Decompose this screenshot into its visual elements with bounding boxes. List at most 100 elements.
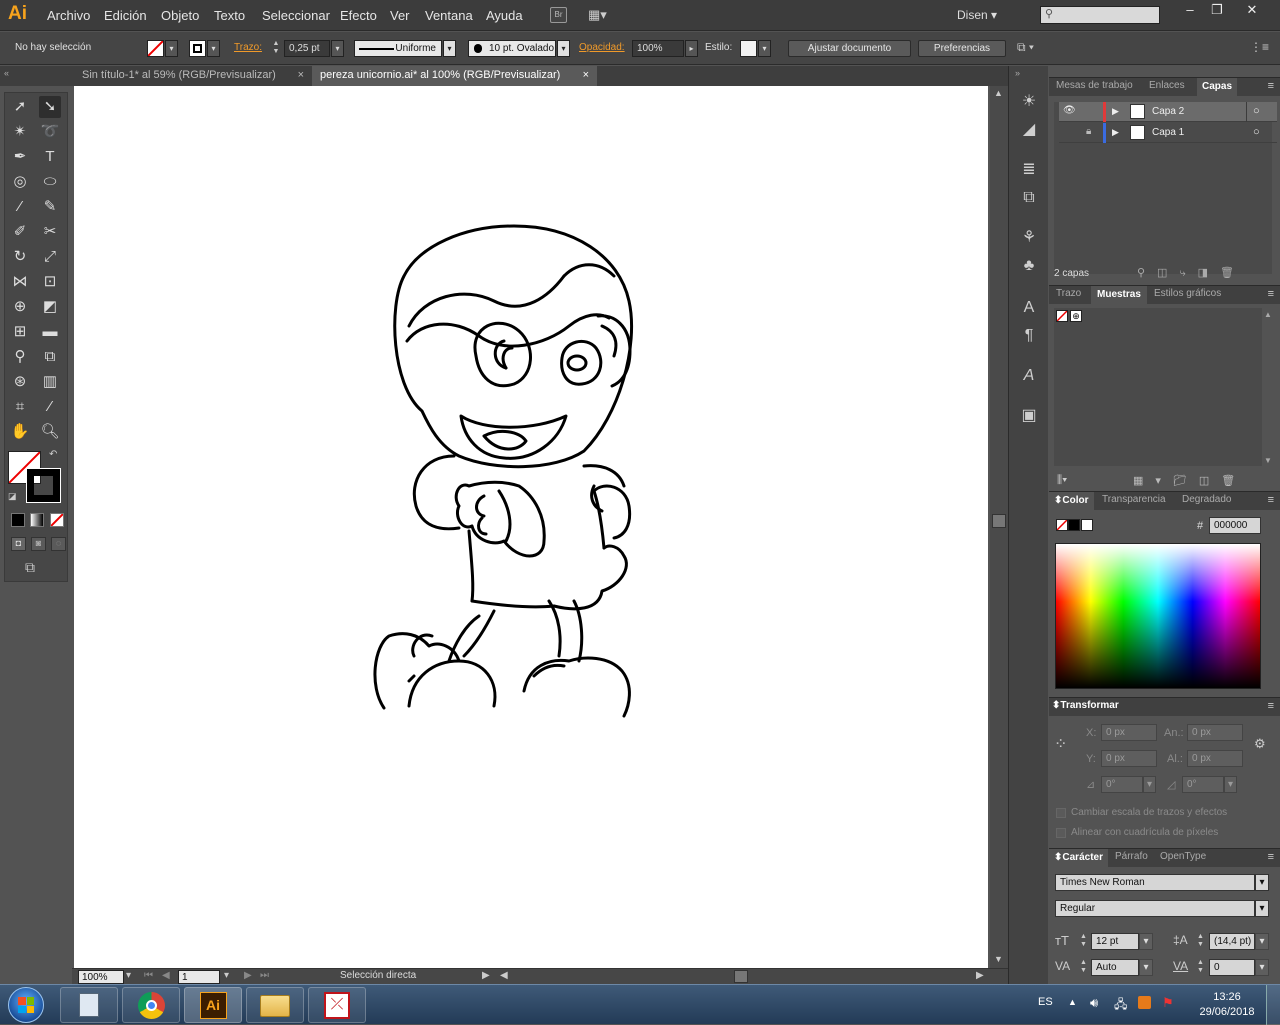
shear-angle-dropdown[interactable]: ▾ [1224, 776, 1237, 793]
layers-footer-buttons[interactable]: ⚲◫⤷◨🗑︎ [1137, 266, 1246, 280]
menu-edicion[interactable]: Edición [104, 8, 147, 23]
clock[interactable]: 13:26 29/06/2018 [1196, 990, 1258, 1020]
font-size-stepper[interactable]: ▲ ▼ [1080, 933, 1087, 949]
tab-paragraph[interactable]: Párrafo [1115, 851, 1148, 862]
graphic-styles-panel-icon[interactable]: ◢ [1019, 120, 1039, 140]
profile-dropdown[interactable]: ▾ [443, 40, 456, 57]
artboard-number-input[interactable]: 1 [178, 970, 220, 984]
fill-dropdown[interactable]: ▾ [165, 40, 178, 57]
scroll-left-icon[interactable]: ◀ [500, 970, 508, 981]
tab-graphic-styles[interactable]: Estilos gráficos [1154, 288, 1221, 299]
start-button[interactable] [8, 987, 44, 1023]
layer-row-capa-2[interactable]: 👁︎ ▶ Capa 2 ○ [1059, 102, 1277, 122]
tab-color[interactable]: ⬍Color [1049, 492, 1094, 510]
rotate-tool-icon[interactable]: ↻ [9, 246, 31, 268]
tab-close-icon[interactable]: × [583, 69, 589, 81]
layer-name[interactable]: Capa 1 [1152, 127, 1184, 138]
eyedropper-tool-icon[interactable]: ⚲ [9, 346, 31, 368]
swap-fill-stroke-icon[interactable]: ↶ [49, 449, 57, 460]
pen-tool-icon[interactable]: ✒ [9, 146, 31, 168]
column-graph-tool-icon[interactable]: ▥ [39, 371, 61, 393]
tab-artboards[interactable]: Mesas de trabajo [1056, 80, 1133, 91]
align-pixel-grid-checkbox[interactable] [1056, 828, 1066, 838]
font-size-input[interactable]: 12 pt [1091, 933, 1139, 950]
tab-swatches[interactable]: Muestras [1091, 286, 1147, 304]
workspace-switcher[interactable]: Disen ▾ [957, 8, 997, 22]
first-artboard-icon[interactable]: ⏮ [144, 970, 153, 981]
rotate-angle-dropdown[interactable]: ▾ [1143, 776, 1156, 793]
ellipse-tool-icon[interactable]: ⬭ [39, 171, 61, 193]
fill-swatch[interactable] [147, 40, 164, 57]
y-input[interactable]: 0 px [1101, 750, 1157, 767]
none-mode-icon[interactable] [50, 513, 64, 527]
artboard-tool-icon[interactable]: ⌗ [9, 396, 31, 418]
symbols-panel-icon[interactable]: ♣ [1019, 256, 1039, 276]
brush-dropdown[interactable]: ▾ [557, 40, 570, 57]
blob-brush-tool-icon[interactable]: ✐ [9, 221, 31, 243]
scroll-right-icon[interactable]: ▶ [976, 970, 984, 981]
default-colors-icon[interactable]: ◪ [8, 491, 17, 502]
control-menu-icon[interactable]: ⋮≡ [1250, 40, 1269, 54]
tab-sin-titulo[interactable]: Sin título-1* al 59% (RGB/Previsualizar)… [74, 66, 312, 86]
vertical-scrollbar[interactable]: ▲ ▼ [990, 86, 1008, 968]
kerning-input[interactable]: Auto [1091, 959, 1139, 976]
hex-input[interactable]: 000000 [1209, 517, 1261, 534]
color-mode-icon[interactable] [11, 513, 25, 527]
canvas-area[interactable] [72, 86, 990, 968]
align-panel-icon[interactable]: ≣ [1019, 160, 1039, 180]
scale-tool-icon[interactable]: ⤢ [39, 246, 61, 268]
layer-row-capa-1[interactable]: 🔒︎ ▶ Capa 1 ○ [1059, 123, 1277, 143]
gradient-tool-icon[interactable]: ▬ [39, 321, 61, 343]
screen-mode-icon[interactable]: ⧉ [25, 559, 35, 576]
leading-stepper[interactable]: ▲ ▼ [1197, 933, 1204, 949]
tab-transparency[interactable]: Transparencia [1102, 494, 1166, 505]
glyphs-panel-icon[interactable]: A [1019, 366, 1039, 386]
language-indicator[interactable]: ES [1038, 996, 1053, 1008]
swatch-registration[interactable]: ⊕ [1070, 310, 1082, 322]
draw-behind-icon[interactable]: ◙ [31, 537, 46, 551]
gradient-mode-icon[interactable] [30, 513, 44, 527]
close-window-button[interactable]: ✕ [1238, 1, 1266, 19]
current-tool-status[interactable]: Selección directa [340, 970, 416, 981]
perspective-grid-tool-icon[interactable]: ◩ [39, 296, 61, 318]
menu-ventana[interactable]: Ventana [425, 8, 473, 23]
font-style-dropdown[interactable]: ▾ [1255, 900, 1269, 917]
stroke-label[interactable]: Trazo: [234, 42, 262, 53]
pencil-tool-icon[interactable]: ✎ [39, 196, 61, 218]
show-desktop-button[interactable] [1266, 985, 1280, 1025]
stroke-stepper[interactable]: ▲ ▼ [270, 40, 282, 57]
menu-texto[interactable]: Texto [214, 8, 245, 23]
stroke-dropdown[interactable]: ▾ [207, 40, 220, 57]
menu-objeto[interactable]: Objeto [161, 8, 199, 23]
draw-inside-icon[interactable]: ◌ [51, 537, 66, 551]
show-hidden-icons-icon[interactable]: ▲ [1068, 997, 1077, 1007]
character-styles-panel-icon[interactable]: A [1019, 298, 1039, 318]
target-circle-icon[interactable]: ○ [1253, 105, 1260, 117]
swatch-libraries-icon[interactable]: ⫼▾ [1057, 474, 1067, 487]
tab-opentype[interactable]: OpenType [1160, 851, 1206, 862]
preferences-button[interactable]: Preferencias [918, 40, 1006, 57]
tracking-input[interactable]: 0 [1209, 959, 1255, 976]
vertical-scroll-thumb[interactable] [992, 514, 1006, 528]
volume-icon[interactable]: 🔊︎ [1090, 995, 1098, 1011]
color-spectrum[interactable] [1055, 543, 1261, 689]
appearance-panel-icon[interactable]: ☀ [1019, 92, 1039, 112]
layers-panel-menu-icon[interactable]: ≡ [1268, 80, 1274, 92]
kerning-stepper[interactable]: ▲ ▼ [1080, 959, 1087, 975]
type-tool-icon[interactable]: T [39, 146, 61, 168]
artboard-dropdown-icon[interactable]: ▾ [224, 970, 229, 981]
tab-stroke[interactable]: Trazo [1056, 288, 1081, 299]
pathfinder-panel-icon[interactable]: ⧉ [1019, 188, 1039, 208]
next-artboard-icon[interactable]: ▶ [244, 970, 252, 981]
direct-selection-tool-icon[interactable]: ➘ [39, 96, 61, 118]
font-family-dropdown[interactable]: ▾ [1255, 874, 1269, 891]
prev-artboard-icon[interactable]: ◀ [162, 970, 170, 981]
color-black-chip[interactable] [1068, 519, 1080, 531]
swatch-none[interactable] [1056, 310, 1068, 322]
magic-wand-tool-icon[interactable]: ✴ [9, 121, 31, 143]
leading-input[interactable]: (14,4 pt) [1209, 933, 1255, 950]
brushes-panel-icon[interactable]: ⚘ [1019, 228, 1039, 248]
menu-archivo[interactable]: Archivo [47, 8, 90, 23]
font-style-input[interactable]: Regular [1055, 900, 1255, 917]
tracking-dropdown[interactable]: ▾ [1255, 959, 1269, 976]
